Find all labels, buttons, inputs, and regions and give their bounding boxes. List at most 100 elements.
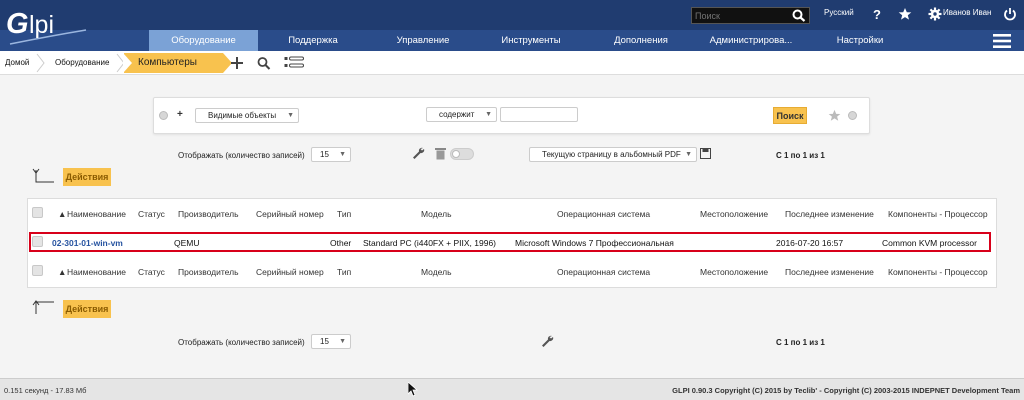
svg-text:G: G [6,8,29,40]
column-header[interactable]: Статус [138,209,165,219]
menu-assistance[interactable]: Поддержка [263,30,363,51]
pagination-range: С 1 по 1 из 1 [776,151,825,160]
plus-icon[interactable]: + [177,109,183,120]
column-header[interactable]: Последнее изменение [785,267,874,277]
column-header[interactable]: Местоположение [700,267,768,277]
column-header[interactable]: Местоположение [700,209,768,219]
cell-last-update: 2016-07-20 16:57 [776,238,844,248]
menu-plugins[interactable]: Дополнения [591,30,691,51]
column-header[interactable]: Производитель [178,209,239,219]
breadcrumb-notch-icon [123,53,132,73]
select-all-checkbox[interactable] [32,207,43,218]
list-view-icon[interactable] [284,56,304,70]
hamburger-menu-icon[interactable] [993,34,1011,48]
column-header[interactable]: Последнее изменение [785,209,874,219]
column-header[interactable]: Наименование [67,267,126,277]
glpi-logo[interactable]: G lpi [6,4,88,46]
cell-model: Standard PC (i440FX + PIIX, 1996) [363,238,497,248]
sort-indicator-icon: ▲ [58,209,67,219]
column-header[interactable]: Модель [421,209,452,219]
star-icon[interactable] [898,7,912,21]
chevron-down-icon: ▼ [287,112,294,119]
chevron-down-icon: ▼ [339,151,346,158]
toggle-knob [452,150,460,158]
menu-management[interactable]: Управление [373,30,473,51]
svg-text:lpi: lpi [29,11,54,39]
breadcrumb-current-label: Компьютеры [138,57,197,68]
column-header[interactable]: Компоненты - Процессор [888,209,988,219]
display-count-label: Отображать (количество записей) [178,338,305,347]
wrench-icon[interactable] [411,146,425,160]
save-icon[interactable] [700,148,711,159]
add-icon[interactable] [229,56,245,70]
sort-indicator-icon: ▲ [58,267,67,277]
menu-assets[interactable]: Оборудование [149,30,258,51]
column-header[interactable]: Модель [421,267,452,277]
cell-processor: Common KVM processor [882,238,977,248]
top-bar: Русский ? Иванов Иван [0,0,1024,30]
page-size-select[interactable]: 15 ▼ [311,147,351,162]
footer-copyright[interactable]: GLPI 0.90.3 Copyright (C) 2015 by Teclib… [672,386,1020,395]
menu-administration[interactable]: Администрирова... [696,30,806,51]
column-header[interactable]: Статус [138,267,165,277]
global-search[interactable] [691,7,810,24]
breadcrumb-assets[interactable]: Оборудование [55,51,109,75]
gear-icon[interactable] [928,7,942,21]
chevron-down-icon: ▼ [685,151,692,158]
chevron-down-icon: ▼ [339,338,346,345]
mouse-cursor-icon [408,382,418,397]
trash-icon[interactable] [434,146,447,160]
menu-setup[interactable]: Настройки [810,30,910,51]
wrench-icon[interactable] [540,334,554,348]
arrow-down-left-icon [32,168,54,183]
search-criteria-panel: + Видимые объекты ▼ содержит ▼ Поиск [153,97,870,134]
search-icon[interactable] [256,56,272,70]
export-format-select[interactable]: Текущую страницу в альбомный PDF ▼ [529,147,697,162]
column-header[interactable]: Операционная система [557,209,650,219]
column-header[interactable]: Наименование [67,209,126,219]
footer: 0.151 секунд - 17.83 Мб GLPI 0.90.3 Copy… [0,378,1024,400]
help-icon[interactable]: ? [870,7,884,21]
column-header[interactable]: Операционная система [557,267,650,277]
criteria-operator-select[interactable]: содержит ▼ [426,107,497,122]
search-icon[interactable] [792,9,806,22]
main-menu: Оборудование Поддержка Управление Инстру… [0,30,1024,51]
power-icon[interactable] [1003,7,1017,21]
pagination-range-bottom: С 1 по 1 из 1 [776,338,825,347]
user-name[interactable]: Иванов Иван [943,8,991,17]
actions-button-top[interactable]: Действия [63,168,111,186]
criteria-field-select[interactable]: Видимые объекты ▼ [195,108,299,123]
cell-manufacturer: QEMU [174,238,200,248]
svg-text:?: ? [873,7,881,21]
cell-os: Microsoft Windows 7 Профессиональная [515,238,674,248]
row-checkbox[interactable] [32,236,43,247]
column-header[interactable]: Серийный номер [256,267,324,277]
toggle-switch[interactable] [450,148,474,160]
actions-button-bottom[interactable]: Действия [63,300,111,318]
column-header[interactable]: Компоненты - Процессор [888,267,988,277]
bookmark-star-icon[interactable] [828,109,841,122]
page-size-select-bottom[interactable]: 15 ▼ [311,334,351,349]
column-header[interactable]: Серийный номер [256,209,324,219]
arrow-up-left-icon [32,300,54,314]
column-header[interactable]: Тип [337,209,351,219]
select-all-checkbox-bottom[interactable] [32,265,43,276]
language-selector[interactable]: Русский [824,8,854,17]
add-criterion-icon[interactable] [159,111,168,120]
column-header[interactable]: Тип [337,267,351,277]
criteria-value-input[interactable] [500,107,578,122]
computer-name-link[interactable]: 02-301-01-win-vm [52,238,123,248]
global-search-input[interactable] [692,8,790,23]
footer-stats: 0.151 секунд - 17.83 Мб [4,386,87,395]
breadcrumb: Домой Оборудование Компьютеры [0,51,1024,75]
cell-type: Other [330,238,352,248]
breadcrumb-current[interactable]: Компьютеры [123,53,232,73]
menu-tools[interactable]: Инструменты [481,30,581,51]
chevron-down-icon: ▼ [485,111,492,118]
display-count-label: Отображать (количество записей) [178,151,305,160]
reset-search-icon[interactable] [848,111,857,120]
column-header[interactable]: Производитель [178,267,239,277]
breadcrumb-home[interactable]: Домой [5,51,29,75]
search-button[interactable]: Поиск [773,107,807,124]
breadcrumb-separator-icon [36,53,45,73]
